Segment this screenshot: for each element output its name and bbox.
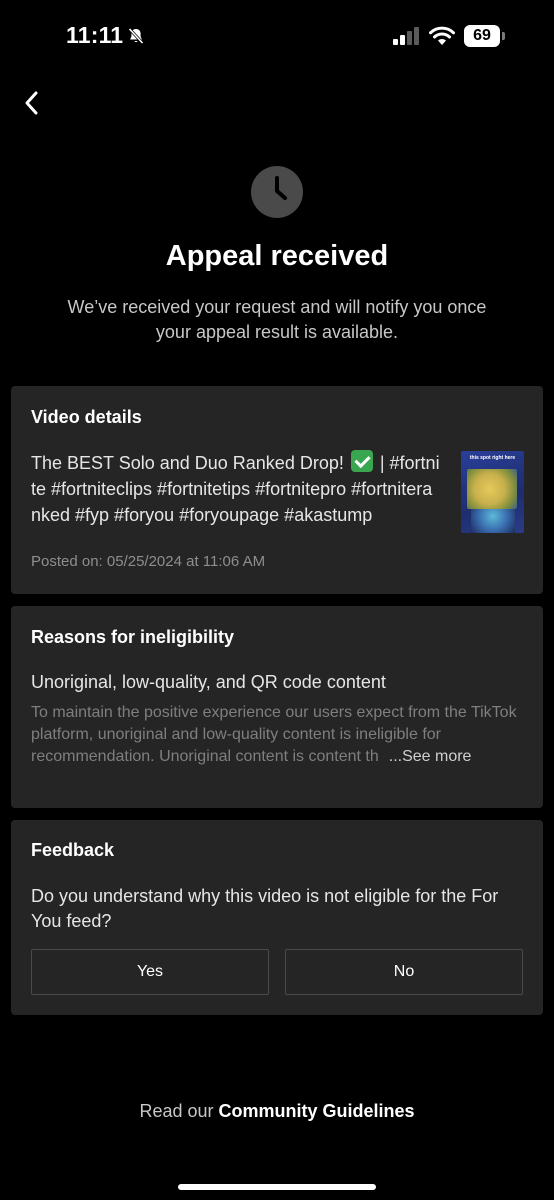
no-button[interactable]: No bbox=[285, 949, 523, 995]
clock-badge bbox=[251, 166, 303, 218]
video-description: The BEST Solo and Duo Ranked Drop! | #fo… bbox=[31, 450, 441, 528]
community-guidelines-link[interactable]: Community Guidelines bbox=[219, 1101, 415, 1121]
cellular-signal-icon bbox=[393, 27, 421, 50]
chevron-left-icon bbox=[22, 90, 40, 121]
back-button[interactable] bbox=[14, 88, 48, 122]
feedback-card: Feedback Do you understand why this vide… bbox=[11, 820, 543, 1015]
thumbnail-figure-image bbox=[471, 509, 515, 533]
yes-button[interactable]: Yes bbox=[31, 949, 269, 995]
thumbnail-map-image bbox=[467, 469, 517, 509]
battery-indicator: 69 bbox=[464, 25, 500, 47]
thumbnail-caption: this spot right here bbox=[469, 455, 516, 461]
battery-tip bbox=[502, 32, 505, 40]
feedback-question: Do you understand why this video is not … bbox=[31, 886, 499, 931]
reasons-heading: Reasons for ineligibility bbox=[31, 627, 235, 647]
footer-prefix: Read our bbox=[139, 1101, 219, 1121]
clock-icon bbox=[251, 164, 303, 221]
video-details-heading: Video details bbox=[31, 407, 142, 427]
wifi-icon bbox=[429, 26, 455, 51]
time-label: 11:11 bbox=[66, 22, 124, 48]
home-indicator[interactable] bbox=[178, 1184, 376, 1190]
reason-description: To maintain the positive experience our … bbox=[31, 702, 531, 768]
footer: Read our Community Guidelines bbox=[0, 1101, 554, 1122]
video-thumbnail[interactable]: this spot right here bbox=[461, 451, 524, 533]
page-title: Appeal received bbox=[165, 240, 389, 272]
feedback-heading: Feedback bbox=[31, 840, 115, 860]
page-subtitle: We’ve received your request and will not… bbox=[67, 297, 487, 342]
bell-muted-icon bbox=[127, 27, 145, 45]
reason-title: Unoriginal, low-quality, and QR code con… bbox=[31, 672, 386, 692]
video-description-text: The BEST Solo and Duo Ranked Drop! bbox=[31, 453, 349, 473]
battery-level: 69 bbox=[473, 27, 491, 44]
reasons-card: Reasons for ineligibility Unoriginal, lo… bbox=[11, 606, 543, 808]
posted-date: Posted on: 05/25/2024 at 11:06 AM bbox=[31, 553, 266, 570]
video-details-card: Video details The BEST Solo and Duo Rank… bbox=[11, 386, 543, 594]
status-bar: 11:11 69 bbox=[0, 0, 554, 74]
see-more-link[interactable]: ...See more bbox=[389, 748, 472, 765]
status-time: 11:11 bbox=[66, 22, 145, 49]
check-mark-icon bbox=[350, 450, 373, 472]
